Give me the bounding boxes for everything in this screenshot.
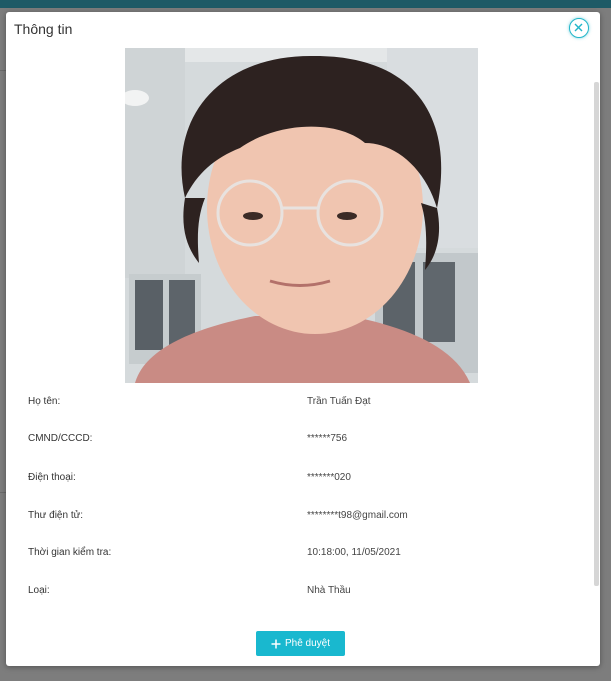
field-value-email: ********t98@gmail.com xyxy=(307,510,408,521)
field-value-id-number: ******756 xyxy=(307,433,348,444)
approve-button[interactable]: Phê duyệt xyxy=(256,631,345,656)
close-button[interactable] xyxy=(569,18,589,38)
approve-button-label: Phê duyệt xyxy=(284,638,331,649)
field-label-full-name: Họ tên: xyxy=(28,396,61,407)
app-header-bar xyxy=(0,0,611,8)
field-value-full-name: Trần Tuấn Đạt xyxy=(307,396,371,407)
modal-scrollbar[interactable] xyxy=(594,82,599,586)
field-label-id-number: CMND/CCCD: xyxy=(28,433,93,444)
field-label-check-time: Thời gian kiểm tra: xyxy=(28,547,112,558)
person-photo xyxy=(125,48,478,383)
field-label-email: Thư điện tử: xyxy=(28,510,84,521)
field-value-phone: *******020 xyxy=(307,472,351,483)
modal-title: Thông tin xyxy=(14,21,73,37)
close-icon xyxy=(574,23,583,32)
field-label-type: Loại: xyxy=(28,585,50,596)
field-label-phone: Điện thoại: xyxy=(28,472,76,483)
plus-icon xyxy=(271,639,281,648)
info-modal: Thông tin Họ tên: Trần Tuấn Đạt CMND/CCC… xyxy=(6,12,600,666)
field-value-check-time: 10:18:00, 11/05/2021 xyxy=(307,547,401,558)
field-value-type: Nhà Thầu xyxy=(307,585,351,596)
